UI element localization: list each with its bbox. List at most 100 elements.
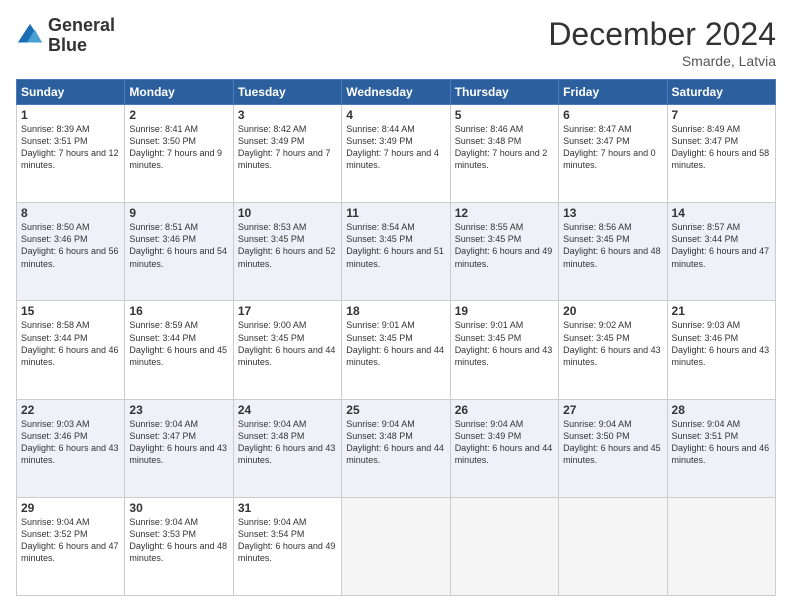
day-number: 5 (455, 108, 554, 122)
title-area: December 2024 Smarde, Latvia (548, 16, 776, 69)
calendar-cell: 16Sunrise: 8:59 AMSunset: 3:44 PMDayligh… (125, 301, 233, 399)
calendar-cell: 14Sunrise: 8:57 AMSunset: 3:44 PMDayligh… (667, 203, 775, 301)
day-info: Sunrise: 9:01 AMSunset: 3:45 PMDaylight:… (455, 319, 554, 368)
day-header-thursday: Thursday (450, 80, 558, 105)
calendar-cell (342, 497, 450, 595)
day-info: Sunrise: 8:57 AMSunset: 3:44 PMDaylight:… (672, 221, 771, 270)
day-info: Sunrise: 9:02 AMSunset: 3:45 PMDaylight:… (563, 319, 662, 368)
day-number: 27 (563, 403, 662, 417)
calendar-cell (559, 497, 667, 595)
calendar-table: SundayMondayTuesdayWednesdayThursdayFrid… (16, 79, 776, 596)
calendar-cell: 2Sunrise: 8:41 AMSunset: 3:50 PMDaylight… (125, 105, 233, 203)
calendar-cell: 5Sunrise: 8:46 AMSunset: 3:48 PMDaylight… (450, 105, 558, 203)
logo-line2: Blue (48, 36, 115, 56)
calendar-cell: 7Sunrise: 8:49 AMSunset: 3:47 PMDaylight… (667, 105, 775, 203)
calendar-cell: 21Sunrise: 9:03 AMSunset: 3:46 PMDayligh… (667, 301, 775, 399)
calendar-cell: 6Sunrise: 8:47 AMSunset: 3:47 PMDaylight… (559, 105, 667, 203)
day-number: 25 (346, 403, 445, 417)
calendar-cell: 29Sunrise: 9:04 AMSunset: 3:52 PMDayligh… (17, 497, 125, 595)
day-info: Sunrise: 9:04 AMSunset: 3:48 PMDaylight:… (346, 418, 445, 467)
week-row-2: 8Sunrise: 8:50 AMSunset: 3:46 PMDaylight… (17, 203, 776, 301)
day-header-monday: Monday (125, 80, 233, 105)
calendar-cell (667, 497, 775, 595)
day-number: 11 (346, 206, 445, 220)
day-info: Sunrise: 9:01 AMSunset: 3:45 PMDaylight:… (346, 319, 445, 368)
day-number: 15 (21, 304, 120, 318)
day-info: Sunrise: 9:04 AMSunset: 3:48 PMDaylight:… (238, 418, 337, 467)
calendar-cell: 22Sunrise: 9:03 AMSunset: 3:46 PMDayligh… (17, 399, 125, 497)
calendar-cell: 20Sunrise: 9:02 AMSunset: 3:45 PMDayligh… (559, 301, 667, 399)
day-info: Sunrise: 9:04 AMSunset: 3:54 PMDaylight:… (238, 516, 337, 565)
day-number: 26 (455, 403, 554, 417)
day-number: 19 (455, 304, 554, 318)
calendar-cell: 25Sunrise: 9:04 AMSunset: 3:48 PMDayligh… (342, 399, 450, 497)
day-number: 21 (672, 304, 771, 318)
day-number: 13 (563, 206, 662, 220)
day-number: 28 (672, 403, 771, 417)
day-info: Sunrise: 8:49 AMSunset: 3:47 PMDaylight:… (672, 123, 771, 172)
day-info: Sunrise: 8:55 AMSunset: 3:45 PMDaylight:… (455, 221, 554, 270)
calendar-cell: 15Sunrise: 8:58 AMSunset: 3:44 PMDayligh… (17, 301, 125, 399)
day-header-sunday: Sunday (17, 80, 125, 105)
calendar-cell: 10Sunrise: 8:53 AMSunset: 3:45 PMDayligh… (233, 203, 341, 301)
day-number: 3 (238, 108, 337, 122)
day-info: Sunrise: 9:04 AMSunset: 3:51 PMDaylight:… (672, 418, 771, 467)
week-row-1: 1Sunrise: 8:39 AMSunset: 3:51 PMDaylight… (17, 105, 776, 203)
month-title: December 2024 (548, 16, 776, 53)
day-info: Sunrise: 8:39 AMSunset: 3:51 PMDaylight:… (21, 123, 120, 172)
day-number: 17 (238, 304, 337, 318)
day-info: Sunrise: 8:59 AMSunset: 3:44 PMDaylight:… (129, 319, 228, 368)
calendar-cell: 26Sunrise: 9:04 AMSunset: 3:49 PMDayligh… (450, 399, 558, 497)
logo-line1: General (48, 16, 115, 36)
calendar-cell: 3Sunrise: 8:42 AMSunset: 3:49 PMDaylight… (233, 105, 341, 203)
day-info: Sunrise: 8:46 AMSunset: 3:48 PMDaylight:… (455, 123, 554, 172)
day-info: Sunrise: 9:04 AMSunset: 3:50 PMDaylight:… (563, 418, 662, 467)
week-row-4: 22Sunrise: 9:03 AMSunset: 3:46 PMDayligh… (17, 399, 776, 497)
day-info: Sunrise: 9:03 AMSunset: 3:46 PMDaylight:… (672, 319, 771, 368)
day-info: Sunrise: 8:51 AMSunset: 3:46 PMDaylight:… (129, 221, 228, 270)
day-info: Sunrise: 9:04 AMSunset: 3:52 PMDaylight:… (21, 516, 120, 565)
day-number: 10 (238, 206, 337, 220)
calendar-cell: 27Sunrise: 9:04 AMSunset: 3:50 PMDayligh… (559, 399, 667, 497)
calendar-cell: 24Sunrise: 9:04 AMSunset: 3:48 PMDayligh… (233, 399, 341, 497)
day-number: 29 (21, 501, 120, 515)
day-number: 31 (238, 501, 337, 515)
day-header-wednesday: Wednesday (342, 80, 450, 105)
day-number: 24 (238, 403, 337, 417)
calendar-cell: 17Sunrise: 9:00 AMSunset: 3:45 PMDayligh… (233, 301, 341, 399)
day-number: 18 (346, 304, 445, 318)
day-number: 2 (129, 108, 228, 122)
logo-icon (16, 22, 44, 50)
calendar-cell: 11Sunrise: 8:54 AMSunset: 3:45 PMDayligh… (342, 203, 450, 301)
calendar-cell: 13Sunrise: 8:56 AMSunset: 3:45 PMDayligh… (559, 203, 667, 301)
week-row-3: 15Sunrise: 8:58 AMSunset: 3:44 PMDayligh… (17, 301, 776, 399)
day-info: Sunrise: 8:42 AMSunset: 3:49 PMDaylight:… (238, 123, 337, 172)
header-row: SundayMondayTuesdayWednesdayThursdayFrid… (17, 80, 776, 105)
day-info: Sunrise: 8:44 AMSunset: 3:49 PMDaylight:… (346, 123, 445, 172)
logo: General Blue (16, 16, 115, 56)
header: General Blue December 2024 Smarde, Latvi… (16, 16, 776, 69)
day-info: Sunrise: 9:04 AMSunset: 3:53 PMDaylight:… (129, 516, 228, 565)
day-info: Sunrise: 8:53 AMSunset: 3:45 PMDaylight:… (238, 221, 337, 270)
day-info: Sunrise: 8:54 AMSunset: 3:45 PMDaylight:… (346, 221, 445, 270)
calendar-cell: 28Sunrise: 9:04 AMSunset: 3:51 PMDayligh… (667, 399, 775, 497)
calendar-cell: 8Sunrise: 8:50 AMSunset: 3:46 PMDaylight… (17, 203, 125, 301)
day-header-saturday: Saturday (667, 80, 775, 105)
page: General Blue December 2024 Smarde, Latvi… (0, 0, 792, 612)
day-info: Sunrise: 9:04 AMSunset: 3:47 PMDaylight:… (129, 418, 228, 467)
logo-text: General Blue (48, 16, 115, 56)
calendar-cell: 12Sunrise: 8:55 AMSunset: 3:45 PMDayligh… (450, 203, 558, 301)
day-number: 22 (21, 403, 120, 417)
day-number: 14 (672, 206, 771, 220)
day-number: 16 (129, 304, 228, 318)
day-header-friday: Friday (559, 80, 667, 105)
day-header-tuesday: Tuesday (233, 80, 341, 105)
day-number: 23 (129, 403, 228, 417)
day-info: Sunrise: 8:56 AMSunset: 3:45 PMDaylight:… (563, 221, 662, 270)
day-info: Sunrise: 8:41 AMSunset: 3:50 PMDaylight:… (129, 123, 228, 172)
day-number: 20 (563, 304, 662, 318)
calendar-cell: 4Sunrise: 8:44 AMSunset: 3:49 PMDaylight… (342, 105, 450, 203)
calendar-cell: 1Sunrise: 8:39 AMSunset: 3:51 PMDaylight… (17, 105, 125, 203)
day-number: 30 (129, 501, 228, 515)
day-info: Sunrise: 9:04 AMSunset: 3:49 PMDaylight:… (455, 418, 554, 467)
